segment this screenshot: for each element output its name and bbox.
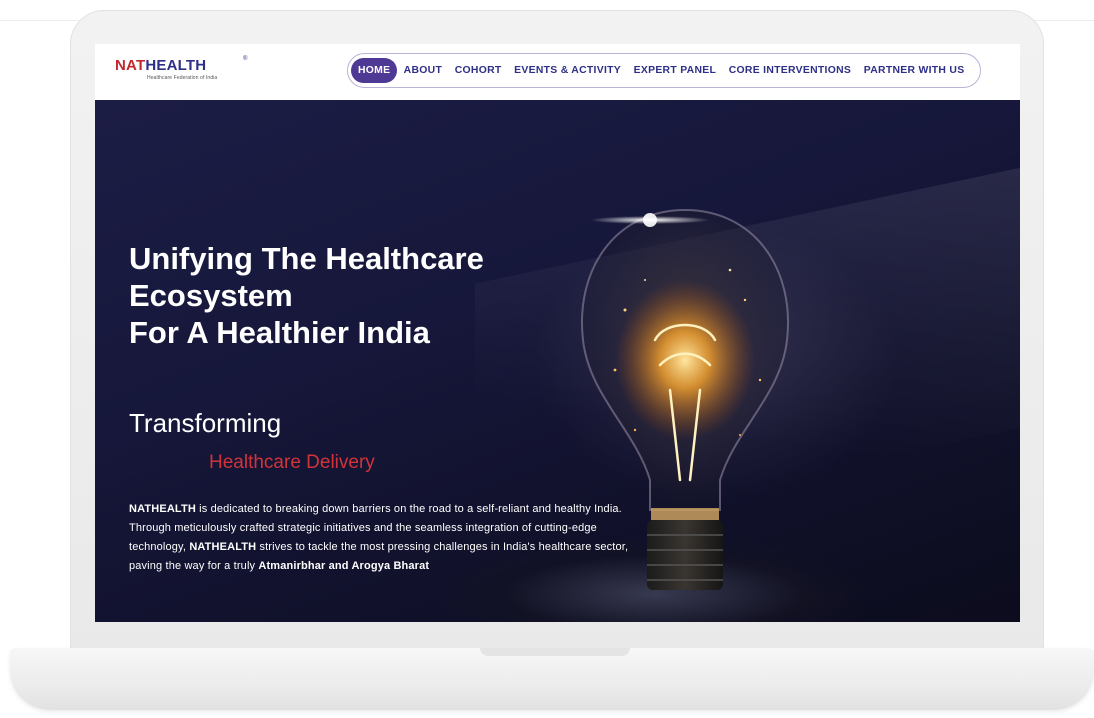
logo-wordmark: NATHEALTH (115, 58, 217, 74)
hero-brand-2: NATHEALTH (189, 541, 257, 553)
nav-events-activity[interactable]: EVENTS & ACTIVITY (508, 59, 628, 82)
laptop-screen: NATHEALTH ® Healthcare Federation of Ind… (95, 44, 1020, 622)
hero-emphasis: Atmanirbhar and Arogya Bharat (258, 560, 430, 572)
nav-expert-panel[interactable]: EXPERT PANEL (627, 59, 722, 82)
bulb-neck (651, 508, 719, 520)
hero-subtitle-transforming: Transforming (129, 408, 282, 438)
main-nav: HOME ABOUT COHORT EVENTS & ACTIVITY EXPE… (347, 53, 981, 88)
hero-banner: Unifying The Healthcare Ecosystem For A … (95, 100, 1020, 622)
hero-brand-1: NATHEALTH (129, 503, 196, 515)
hero-subtitle-healthcare-delivery: Healthcare Delivery (209, 452, 375, 473)
hero-description: NATHEALTH is dedicated to breaking down … (129, 500, 634, 576)
nav-partner-with-us[interactable]: PARTNER WITH US (857, 59, 970, 82)
nav-about[interactable]: ABOUT (397, 59, 448, 82)
laptop-base (10, 648, 1094, 710)
logo-tagline: Healthcare Federation of India (147, 75, 218, 81)
logo-health: HEALTH (145, 57, 207, 74)
nathealth-logo[interactable]: NATHEALTH ® Healthcare Federation of Ind… (115, 56, 247, 81)
hero-title: Unifying The Healthcare Ecosystem For A … (129, 240, 649, 351)
site-header: NATHEALTH ® Healthcare Federation of Ind… (95, 44, 1020, 100)
hero-title-line-3: For A Healthier India (129, 315, 430, 350)
hero-title-line-2: Ecosystem (129, 278, 293, 313)
nav-core-interventions[interactable]: CORE INTERVENTIONS (722, 59, 857, 82)
laptop-base-notch (480, 648, 630, 656)
logo-nat: NAT (115, 57, 146, 74)
nav-home[interactable]: HOME (351, 58, 398, 83)
hero-title-line-1: Unifying The Healthcare (129, 241, 484, 276)
logo-registered-mark: ® (243, 56, 248, 62)
nav-cohort[interactable]: COHORT (448, 59, 507, 82)
